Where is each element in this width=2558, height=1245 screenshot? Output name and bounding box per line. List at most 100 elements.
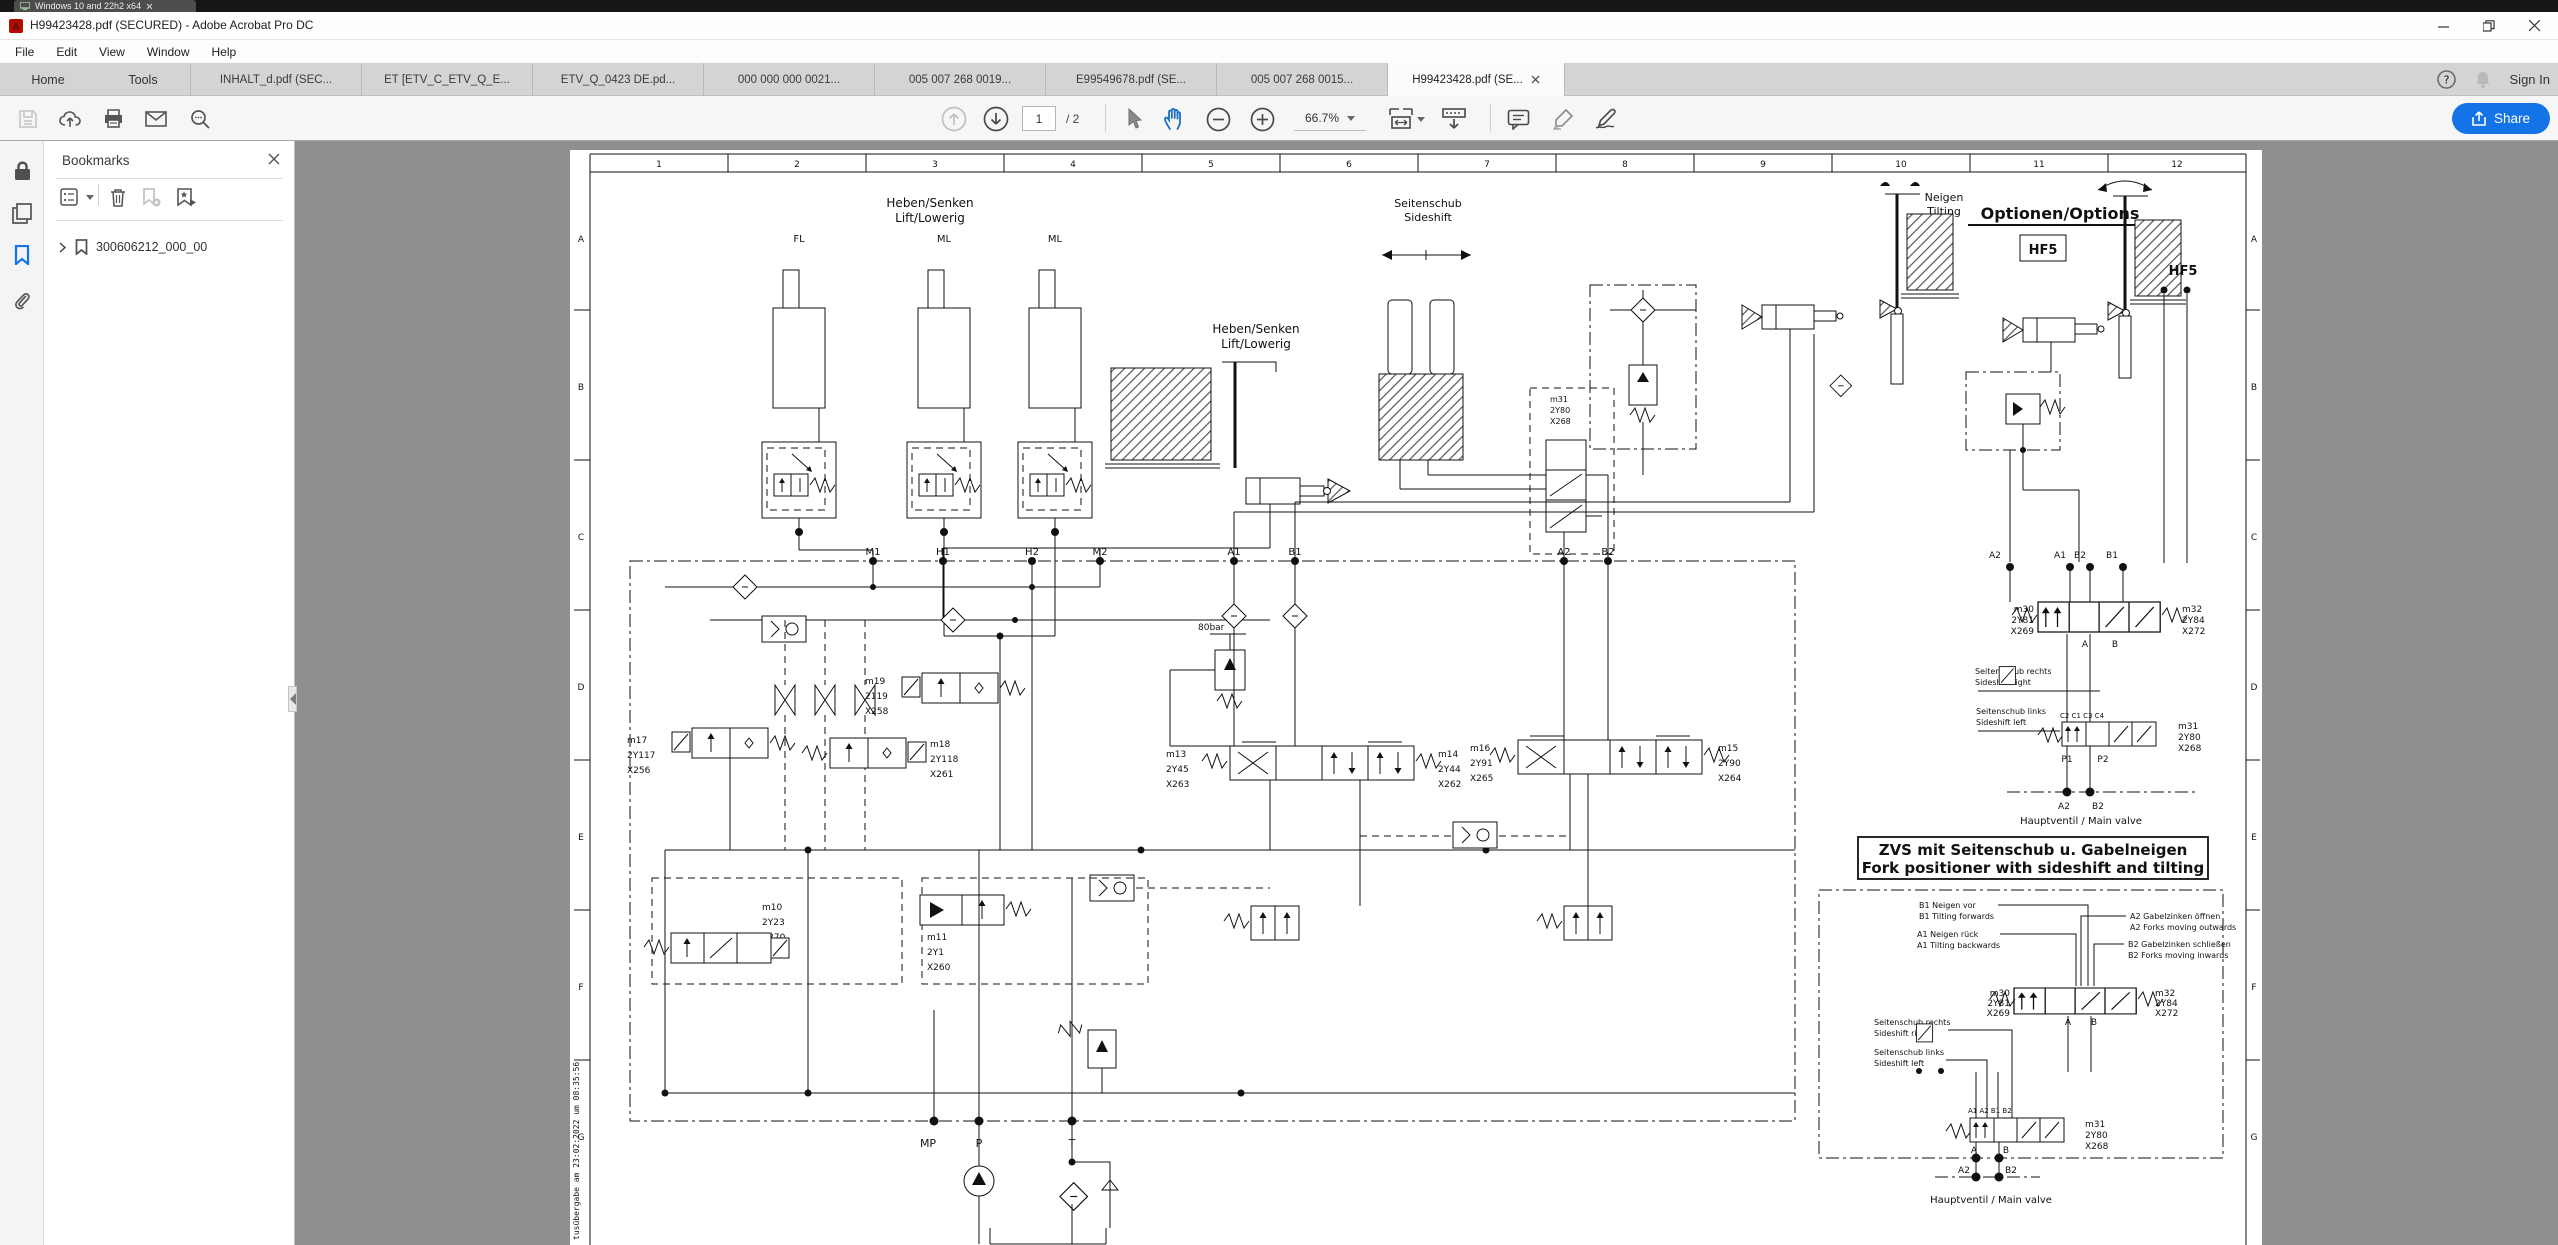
next-page-icon[interactable] bbox=[980, 104, 1012, 134]
vm-tab-close-icon[interactable] bbox=[146, 3, 153, 10]
zoom-level-control[interactable]: 66.7% bbox=[1294, 106, 1366, 131]
frame-col-label: 11 bbox=[2033, 160, 2044, 170]
port-label-t: T bbox=[1068, 1137, 1076, 1150]
scroll-mode-icon[interactable] bbox=[1438, 104, 1470, 134]
help-icon[interactable]: ? bbox=[2437, 70, 2456, 89]
chevron-down-icon bbox=[1347, 116, 1355, 121]
lift-left-title-de: Heben/Senken bbox=[886, 196, 973, 210]
hf5-boxed-label: HF5 bbox=[2029, 243, 2058, 258]
previous-page-icon[interactable] bbox=[938, 104, 970, 134]
bookmark-settings-icon[interactable] bbox=[177, 188, 197, 207]
doc-tab-5[interactable]: 005 007 268 0019... bbox=[874, 63, 1045, 96]
options-section: Optionen/Options HF5 bbox=[1830, 181, 2197, 563]
main-area: Bookmarks 300606212_000_00 bbox=[0, 141, 2558, 1245]
valve-label-m31-top: X268 bbox=[1550, 417, 1571, 426]
tab-tools[interactable]: Tools bbox=[96, 63, 190, 96]
email-icon[interactable] bbox=[140, 104, 172, 134]
delete-bookmark-icon[interactable] bbox=[110, 188, 126, 207]
inset-b1-de: B1 Neigen vor bbox=[1919, 901, 1976, 910]
doc-tab-active[interactable]: H99423428.pdf (SE... bbox=[1387, 63, 1565, 96]
tab-home[interactable]: Home bbox=[0, 63, 96, 96]
frame-row-label: B bbox=[2251, 383, 2257, 393]
inset-b1-en: B1 Tilting forwards bbox=[1919, 912, 1994, 921]
close-button[interactable] bbox=[2512, 12, 2558, 40]
bell-icon[interactable] bbox=[2474, 70, 2492, 89]
find-icon[interactable] bbox=[184, 104, 216, 134]
comment-icon[interactable] bbox=[1502, 104, 1534, 134]
tab-close-icon[interactable] bbox=[1531, 75, 1540, 84]
panel-close-icon[interactable] bbox=[268, 153, 280, 165]
menu-window[interactable]: Window bbox=[136, 42, 201, 62]
main-valve-block: M1 H1 H2 M2 A1 B1 A2 B2 bbox=[627, 547, 1795, 1244]
minimize-button[interactable] bbox=[2420, 12, 2466, 40]
valve-label-m32: m32 bbox=[2182, 605, 2202, 615]
vm-tab-strip: Windows 10 and 22h2 x64 bbox=[0, 0, 2558, 12]
inset-port-b: B bbox=[2091, 1018, 2097, 1028]
save-icon[interactable] bbox=[12, 104, 44, 134]
inset-a1-de: A1 Neigen rück bbox=[1917, 930, 1979, 939]
print-icon[interactable] bbox=[97, 104, 129, 134]
schematic-drawing: 1 2 3 4 5 6 7 8 9 10 11 12 bbox=[570, 150, 2262, 1245]
inset-ss-left-de: Seitenschub links bbox=[1874, 1048, 1944, 1057]
cylinder-label: ML bbox=[937, 234, 952, 245]
bookmarks-panel-icon[interactable] bbox=[10, 243, 34, 267]
menu-file[interactable]: File bbox=[4, 42, 45, 62]
doc-tab-1[interactable]: INHALT_d.pdf (SEC... bbox=[190, 63, 361, 96]
hand-tool-icon[interactable] bbox=[1158, 104, 1190, 134]
frame-col-label: 1 bbox=[656, 160, 662, 170]
doc-tab-7[interactable]: 005 007 268 0015... bbox=[1216, 63, 1387, 96]
valve-label-m16: 2Y91 bbox=[1470, 759, 1493, 769]
frame-col-label: 8 bbox=[1622, 160, 1628, 170]
bookmark-options-icon[interactable] bbox=[60, 188, 94, 206]
fill-sign-icon[interactable] bbox=[1590, 104, 1622, 134]
frame-col-label: 7 bbox=[1484, 160, 1490, 170]
hf5-bold-label: HF5 bbox=[2169, 264, 2198, 279]
lift-section-mid: Heben/Senken Lift/Lowerig bbox=[943, 322, 1350, 561]
frame-col-label: 3 bbox=[932, 160, 938, 170]
frame-col-label: 4 bbox=[1070, 160, 1076, 170]
port-label-mp: MP bbox=[920, 1137, 936, 1150]
inset-main-valve-caption: Hauptventil / Main valve bbox=[1930, 1195, 2052, 1206]
select-tool-icon[interactable] bbox=[1118, 104, 1150, 134]
port-label-h1: H1 bbox=[936, 547, 950, 558]
zoom-in-icon[interactable] bbox=[1246, 104, 1278, 134]
menu-help[interactable]: Help bbox=[201, 42, 248, 62]
highlight-icon[interactable] bbox=[1548, 104, 1580, 134]
menu-view[interactable]: View bbox=[88, 42, 136, 62]
inset-b2-en: B2 Forks moving inwards bbox=[2128, 951, 2228, 960]
doc-tab-6[interactable]: E99549678.pdf (SE... bbox=[1045, 63, 1216, 96]
doc-tab-4[interactable]: 000 000 000 0021... bbox=[703, 63, 874, 96]
valve-label-m19: X258 bbox=[865, 707, 889, 717]
bookmark-item[interactable]: 300606212_000_00 bbox=[58, 239, 207, 255]
restore-button[interactable] bbox=[2466, 12, 2512, 40]
valve-label-m11: 2Y1 bbox=[927, 948, 944, 958]
inset-b2-de: B2 Gabelzinken schließen bbox=[2128, 940, 2231, 949]
attachments-icon[interactable] bbox=[10, 289, 34, 313]
add-bookmark-icon[interactable] bbox=[142, 188, 161, 207]
menu-edit[interactable]: Edit bbox=[45, 42, 88, 62]
sign-in-link[interactable]: Sign In bbox=[2510, 72, 2550, 87]
cloud-upload-icon[interactable] bbox=[54, 104, 86, 134]
frame-col-label: 6 bbox=[1346, 160, 1352, 170]
zoom-out-icon[interactable] bbox=[1202, 104, 1234, 134]
valve-label-m18: X261 bbox=[930, 770, 953, 780]
page-number-input[interactable] bbox=[1022, 106, 1056, 131]
inset-m31-label: m31 bbox=[2085, 1120, 2105, 1130]
chevron-right-icon[interactable] bbox=[58, 242, 67, 253]
doc-tab-2[interactable]: ET [ETV_C_ETV_Q_E... bbox=[361, 63, 532, 96]
vm-tab[interactable]: Windows 10 and 22h2 x64 bbox=[14, 0, 196, 12]
port-label-m1: M1 bbox=[866, 547, 881, 558]
valve-label-m13: 2Y45 bbox=[1166, 765, 1189, 775]
security-lock-icon[interactable] bbox=[10, 159, 34, 183]
document-area[interactable]: 1 2 3 4 5 6 7 8 9 10 11 12 bbox=[296, 141, 2520, 1245]
valve-label-m32: 2Y84 bbox=[2182, 616, 2205, 626]
doc-tab-3[interactable]: ETV_Q_0423 DE.pd... bbox=[532, 63, 703, 96]
valve-label-m30: X269 bbox=[2011, 627, 2035, 637]
page-thumbnails-icon[interactable] bbox=[10, 201, 34, 225]
valve-label-m10: m10 bbox=[762, 903, 782, 913]
zvs-title-en: Fork positioner with sideshift and tilti… bbox=[1862, 859, 2204, 877]
bookmarks-panel: Bookmarks 300606212_000_00 bbox=[44, 141, 295, 1245]
sideshift-title-de: Seitenschub bbox=[1394, 197, 1462, 210]
share-button[interactable]: Share bbox=[2452, 103, 2550, 134]
page-fit-icon[interactable] bbox=[1384, 104, 1428, 134]
